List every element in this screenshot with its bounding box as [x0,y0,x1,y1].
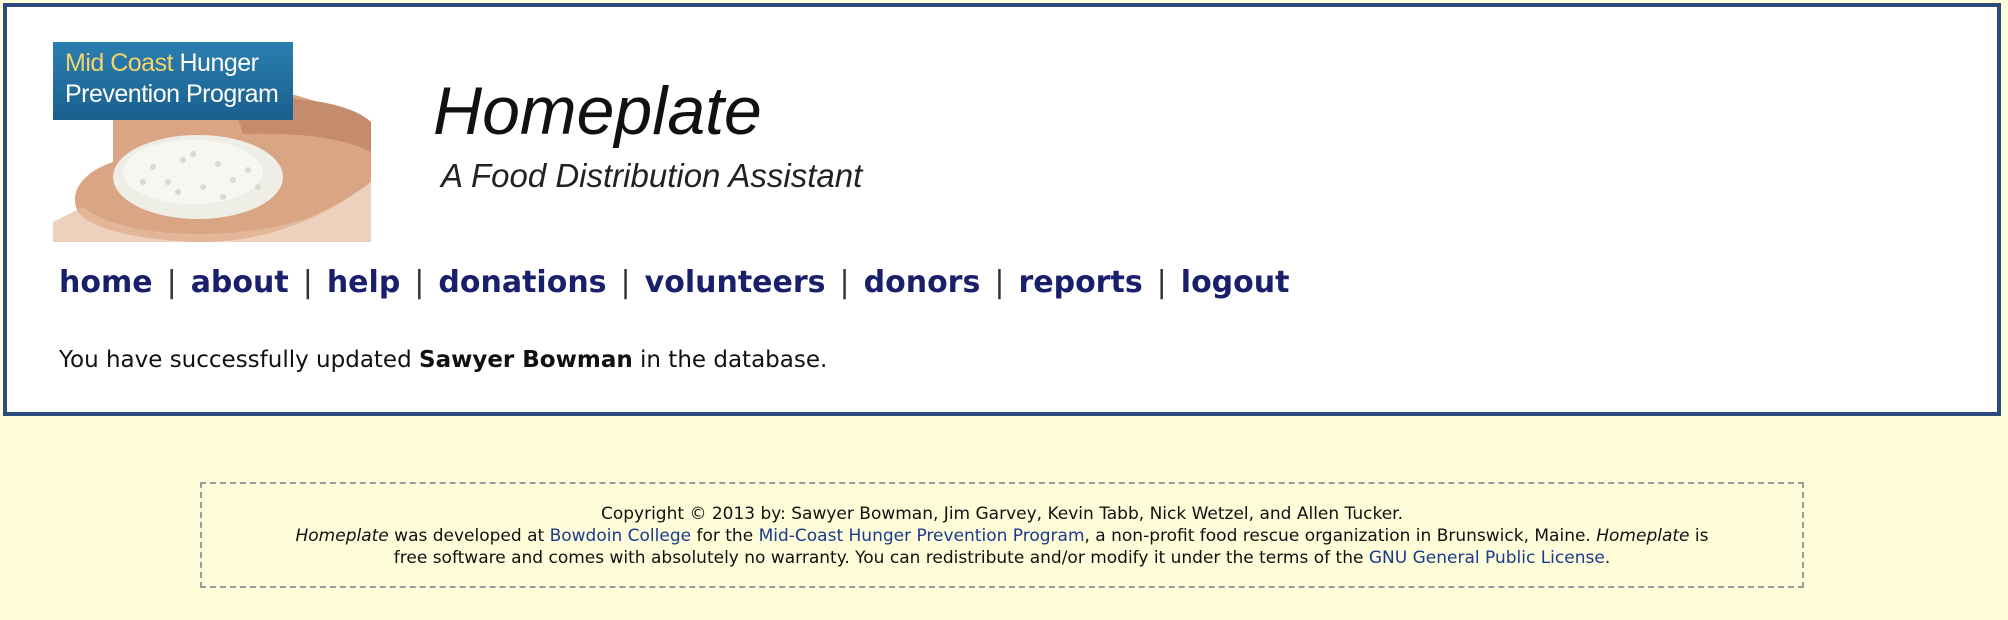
message-suffix: in the database. [632,347,828,373]
app-title: Homeplate [433,73,762,149]
main-container: Mid Coast Hunger Prevention Program Home… [3,3,2001,416]
footer-text: is [1689,526,1709,546]
nav-help[interactable]: help [327,265,400,300]
logo-badge: Mid Coast Hunger Prevention Program [53,42,293,120]
footer-text: . [1604,548,1611,568]
nav-separator: | [839,265,850,300]
footer-copyright: Copyright © 2013 by: Sawyer Bowman, Jim … [600,504,1404,524]
nav-about[interactable]: about [191,265,289,300]
hunger-program-link[interactable]: Mid-Coast Hunger Prevention Program [759,526,1085,546]
footer-app-name: Homeplate [295,526,389,546]
nav-donations[interactable]: donations [438,265,606,300]
nav-separator: | [166,265,177,300]
gpl-license-link[interactable]: GNU General Public License [1369,548,1605,568]
logo-text-line2: Prevention Program [65,80,279,108]
nav-volunteers[interactable]: volunteers [645,265,826,300]
logo-text-line1: Hunger [173,49,259,77]
nav-logout[interactable]: logout [1181,265,1290,300]
footer-text: , a non-profit food rescue organization … [1084,526,1597,546]
nav-reports[interactable]: reports [1018,265,1142,300]
footer: Copyright © 2013 by: Sawyer Bowman, Jim … [200,482,1804,588]
header-banner: Mid Coast Hunger Prevention Program Home… [53,42,1043,242]
message-prefix: You have successfully updated [59,347,419,373]
app-subtitle: A Food Distribution Assistant [441,157,863,194]
main-nav: home | about | help | donations | volunt… [59,265,1289,300]
logo-text-gold: Mid Coast [65,49,174,77]
nav-separator: | [302,265,313,300]
footer-app-name: Homeplate [1596,526,1690,546]
nav-home[interactable]: home [59,265,153,300]
status-message: You have successfully updated Sawyer Bow… [59,347,827,373]
nav-separator: | [414,265,425,300]
nav-separator: | [1156,265,1167,300]
footer-text: free software and comes with absolutely … [393,548,1369,568]
bowdoin-college-link[interactable]: Bowdoin College [550,526,692,546]
message-name: Sawyer Bowman [419,347,633,373]
footer-line2: Homeplate was developed at Bowdoin Colle… [202,525,1802,547]
footer-line3: free software and comes with absolutely … [202,547,1802,569]
nav-separator: | [994,265,1005,300]
footer-text: for the [691,526,759,546]
nav-donors[interactable]: donors [864,265,981,300]
nav-separator: | [620,265,631,300]
footer-text: was developed at [388,526,550,546]
